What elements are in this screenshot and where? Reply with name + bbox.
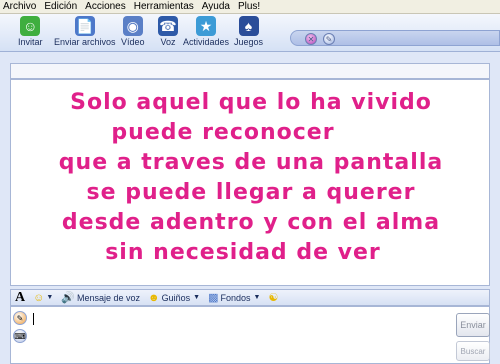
video-button[interactable]: ◉ Vídeo (121, 16, 145, 51)
activities-label: Actividades (183, 37, 230, 47)
invite-label: Invitar (18, 37, 43, 47)
chevron-down-icon: ▼ (253, 294, 261, 301)
message-input[interactable]: ✎ ⌨ (10, 306, 490, 364)
conversation-area: Solo aquel que lo ha vivido puede recono… (10, 79, 490, 286)
menu-ayuda[interactable]: Ayuda (202, 1, 230, 12)
backgrounds-label: Fondos (220, 292, 251, 303)
message-line-6: sin necesidad de ver (105, 240, 381, 265)
menu-acciones[interactable]: Acciones (85, 1, 126, 12)
send-files-button[interactable]: 📄 Enviar archivos (54, 16, 116, 51)
speaker-icon: 🔊 (61, 292, 75, 304)
invite-icon: ☺ (20, 16, 41, 36)
nudge-button[interactable]: ☯ (268, 291, 280, 304)
send-files-icon: 📄 (74, 16, 95, 36)
contact-header (10, 63, 490, 79)
handwriting-icon[interactable]: ✎ (13, 311, 27, 325)
message-line-3: que a traves de una pantalla (58, 150, 444, 175)
send-button[interactable]: Enviar (456, 313, 490, 337)
input-toolbar: A ☺ ▼ 🔊 Mensaje de voz ☻ Guiños ▼ ▩ Fond… (10, 289, 490, 306)
games-icon: ♠ (238, 16, 259, 36)
message-line-2: puede reconocer (111, 120, 335, 145)
menu-plus[interactable]: Plus! (238, 1, 260, 12)
voice-icon: ☎ (158, 16, 178, 36)
backgrounds-icon: ▩ (208, 292, 219, 304)
send-files-label: Enviar archivos (54, 37, 116, 47)
text-caret (33, 313, 34, 325)
winks-label: Guiños (161, 292, 191, 303)
invite-button[interactable]: ☺ Invitar (18, 16, 43, 51)
voice-clip-button[interactable]: 🔊 Mensaje de voz (61, 291, 140, 304)
message-line-1: Solo aquel que lo ha vivido (70, 90, 432, 115)
backgrounds-button[interactable]: ▩ Fondos ▼ (208, 291, 260, 304)
activities-icon: ★ (196, 16, 217, 36)
activities-button[interactable]: ★ Actividades (183, 16, 229, 51)
voice-clip-label: Mensaje de voz (77, 292, 141, 303)
menu-edicion[interactable]: Edición (44, 1, 77, 12)
chevron-down-icon: ▼ (46, 294, 54, 301)
block-icon[interactable]: ✕ (305, 33, 317, 45)
voice-label: Voz (160, 37, 176, 47)
wink-icon: ☻ (148, 291, 160, 304)
menu-herramientas[interactable]: Herramientas (134, 1, 194, 12)
font-button[interactable]: A (15, 290, 25, 306)
smiley-icon: ☺ (33, 291, 45, 304)
nudge-icon: ☯ (268, 292, 279, 304)
keyboard-icon[interactable]: ⌨ (13, 329, 27, 343)
games-button[interactable]: ♠ Juegos (234, 16, 263, 51)
video-label: Vídeo (121, 37, 145, 47)
status-strip: ✕ ✎ (290, 30, 500, 46)
menu-archivo[interactable]: Archivo (3, 1, 36, 12)
winks-button[interactable]: ☻ Guiños ▼ (148, 292, 200, 304)
voice-button[interactable]: ☎ Voz (158, 16, 178, 51)
emoticon-button[interactable]: ☺ ▼ (33, 292, 53, 304)
menu-bar: Archivo Edición Acciones Herramientas Ay… (0, 0, 500, 14)
chevron-down-icon: ▼ (193, 294, 201, 301)
video-icon: ◉ (122, 16, 143, 36)
games-label: Juegos (234, 37, 264, 47)
message-line-4: se puede llegar a querer (86, 180, 416, 205)
edit-icon[interactable]: ✎ (323, 33, 335, 45)
message-line-5: desde adentro y con el alma (61, 210, 441, 235)
search-button[interactable]: Buscar (456, 341, 490, 361)
